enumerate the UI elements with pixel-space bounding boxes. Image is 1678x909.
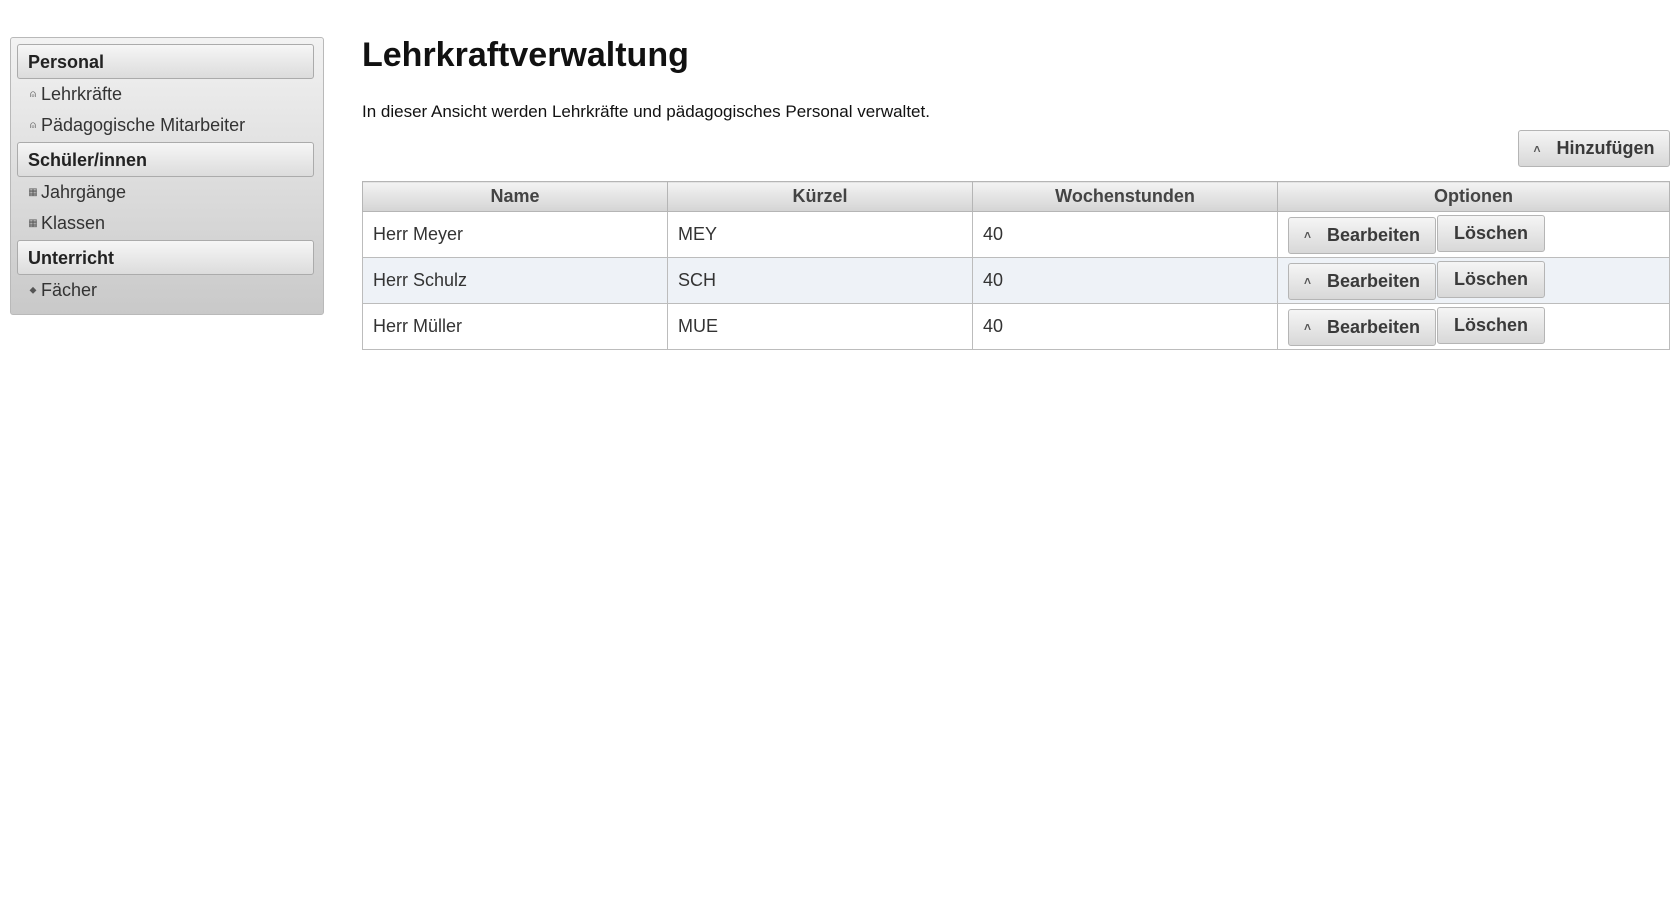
nav-group-schueler: ▦ Jahrgänge ▦ Klassen [17, 177, 313, 239]
cell-wochenstunden: 40 [972, 211, 1278, 258]
edit-button-label: Bearbeiten [1326, 316, 1421, 337]
edit-button-label: Bearbeiten [1326, 270, 1421, 291]
column-header-name[interactable]: Name [362, 181, 668, 212]
nav-group-personal: ⍝ Lehrkräfte ⍝ Pädagogische Mitarbeiter [17, 79, 313, 141]
sidebar: Personal ⍝ Lehrkräfte ⍝ Pädagogische Mit… [10, 37, 324, 315]
sidebar-item-paedagogische-mitarbeiter[interactable]: ⍝ Pädagogische Mitarbeiter [17, 110, 313, 141]
sidebar-item-klassen[interactable]: ▦ Klassen [17, 208, 313, 239]
cell-name: Herr Schulz [362, 257, 668, 304]
page-description: In dieser Ansicht werden Lehrkräfte und … [362, 102, 930, 121]
cell-kuerzel: MUE [667, 303, 973, 350]
add-button[interactable]: ˄ Hinzufügen [1518, 130, 1670, 167]
sidebar-item-label: Lehrkräfte [41, 84, 123, 104]
cell-name: Herr Müller [362, 303, 668, 350]
grid-icon: ▦ [28, 218, 38, 229]
section-header-unterricht[interactable]: Unterricht [17, 240, 314, 275]
delete-button[interactable]: Löschen [1437, 215, 1545, 253]
table-row: Herr Müller MUE 40 ˄ Bearbeiten Löschen [362, 303, 1670, 350]
nav-group-unterricht: ⬥ Fächer [17, 275, 313, 306]
cell-name: Herr Meyer [362, 211, 668, 258]
sidebar-item-jahrgaenge[interactable]: ▦ Jahrgänge [17, 177, 313, 208]
section-header-schueler[interactable]: Schüler/innen [17, 142, 314, 177]
sidebar-item-label: Pädagogische Mitarbeiter [41, 115, 246, 135]
sidebar-item-lehrkraefte[interactable]: ⍝ Lehrkräfte [17, 79, 313, 110]
cell-options: ˄ Bearbeiten Löschen [1277, 303, 1670, 350]
caret-up-icon: ˄ [1303, 274, 1311, 289]
column-header-kuerzel[interactable]: Kürzel [667, 181, 973, 212]
section-header-personal[interactable]: Personal [17, 44, 314, 79]
edit-button[interactable]: ˄ Bearbeiten [1288, 262, 1436, 300]
caret-up-icon: ˄ [1303, 228, 1311, 243]
cell-kuerzel: MEY [667, 211, 973, 258]
teacher-table: Name Kürzel Wochenstunden Optionen Herr … [362, 181, 1670, 350]
main-content: Lehrkraftverwaltung In dieser Ansicht we… [362, 30, 1670, 350]
person-icon: ⍝ [30, 120, 36, 131]
caret-up-icon: ˄ [1303, 320, 1311, 335]
page-title: Lehrkraftverwaltung [362, 36, 689, 74]
cell-options: ˄ Bearbeiten Löschen [1277, 257, 1670, 304]
person-icon: ⍝ [30, 89, 36, 100]
tag-icon: ⬥ [29, 285, 37, 296]
table-row: Herr Schulz SCH 40 ˄ Bearbeiten Löschen [362, 257, 1670, 304]
column-header-wochenstunden[interactable]: Wochenstunden [972, 181, 1278, 212]
toolbar: ˄ Hinzufügen [362, 130, 1670, 170]
sidebar-item-faecher[interactable]: ⬥ Fächer [17, 275, 313, 306]
grid-icon: ▦ [28, 187, 38, 198]
add-button-label: Hinzufügen [1556, 138, 1655, 158]
column-header-optionen: Optionen [1277, 181, 1670, 212]
cell-wochenstunden: 40 [972, 257, 1278, 304]
table-row: Herr Meyer MEY 40 ˄ Bearbeiten Löschen [362, 211, 1670, 258]
sidebar-item-label: Jahrgänge [41, 182, 127, 202]
table-header-row: Name Kürzel Wochenstunden Optionen [362, 181, 1670, 212]
delete-button[interactable]: Löschen [1437, 307, 1545, 345]
delete-button[interactable]: Löschen [1437, 261, 1545, 299]
caret-up-icon: ˄ [1533, 141, 1541, 156]
cell-wochenstunden: 40 [972, 303, 1278, 350]
sidebar-item-label: Klassen [41, 213, 106, 233]
cell-kuerzel: SCH [667, 257, 973, 304]
cell-options: ˄ Bearbeiten Löschen [1277, 211, 1670, 258]
edit-button[interactable]: ˄ Bearbeiten [1288, 216, 1436, 254]
edit-button[interactable]: ˄ Bearbeiten [1288, 308, 1436, 346]
sidebar-item-label: Fächer [41, 280, 98, 300]
edit-button-label: Bearbeiten [1326, 224, 1421, 245]
